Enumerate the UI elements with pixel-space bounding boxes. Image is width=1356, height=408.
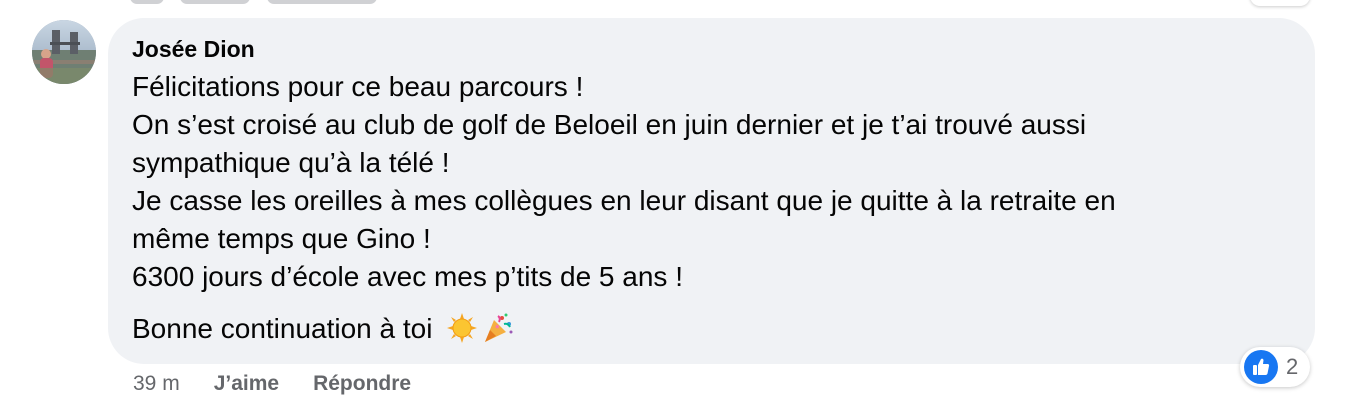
comment-text-line: 6300 jours d’école avec mes p’tits de 5 … <box>132 261 683 292</box>
comment-text-line: Félicitations pour ce beau parcours ! <box>132 71 584 102</box>
avatar[interactable] <box>32 20 96 84</box>
comment-closing-text: Bonne continuation à toi <box>132 313 433 344</box>
comment-author[interactable]: Josée Dion <box>132 36 1291 62</box>
previous-comment-reaction-fragment <box>1250 0 1310 6</box>
previous-comment-actions-fragment <box>130 0 460 6</box>
comment-closing-line: Bonne continuation à toi <box>132 310 1291 348</box>
reaction-summary[interactable]: 2 <box>1240 347 1311 387</box>
comment-text-line: On s’est croisé au club de golf de Beloe… <box>132 109 1087 140</box>
comment-text-line: Je casse les oreilles à mes collègues en… <box>132 185 1116 216</box>
sun-emoji-icon <box>447 313 478 343</box>
avatar-photo <box>32 20 96 84</box>
thumbs-up-icon <box>1244 350 1278 384</box>
comment-timestamp[interactable]: 39 m <box>133 372 180 396</box>
party-popper-emoji-icon <box>485 313 513 342</box>
comment-actions: 39 m J’aime Répondre <box>133 370 445 398</box>
comment-text-line: sympathique qu’à la télé ! <box>132 147 450 178</box>
reply-button[interactable]: Répondre <box>313 372 411 396</box>
like-button[interactable]: J’aime <box>214 372 279 396</box>
comment-text-line: même temps que Gino ! <box>132 223 431 254</box>
reaction-count: 2 <box>1286 354 1299 379</box>
comment-bubble: Josée Dion Félicitations pour ce beau pa… <box>108 18 1315 364</box>
